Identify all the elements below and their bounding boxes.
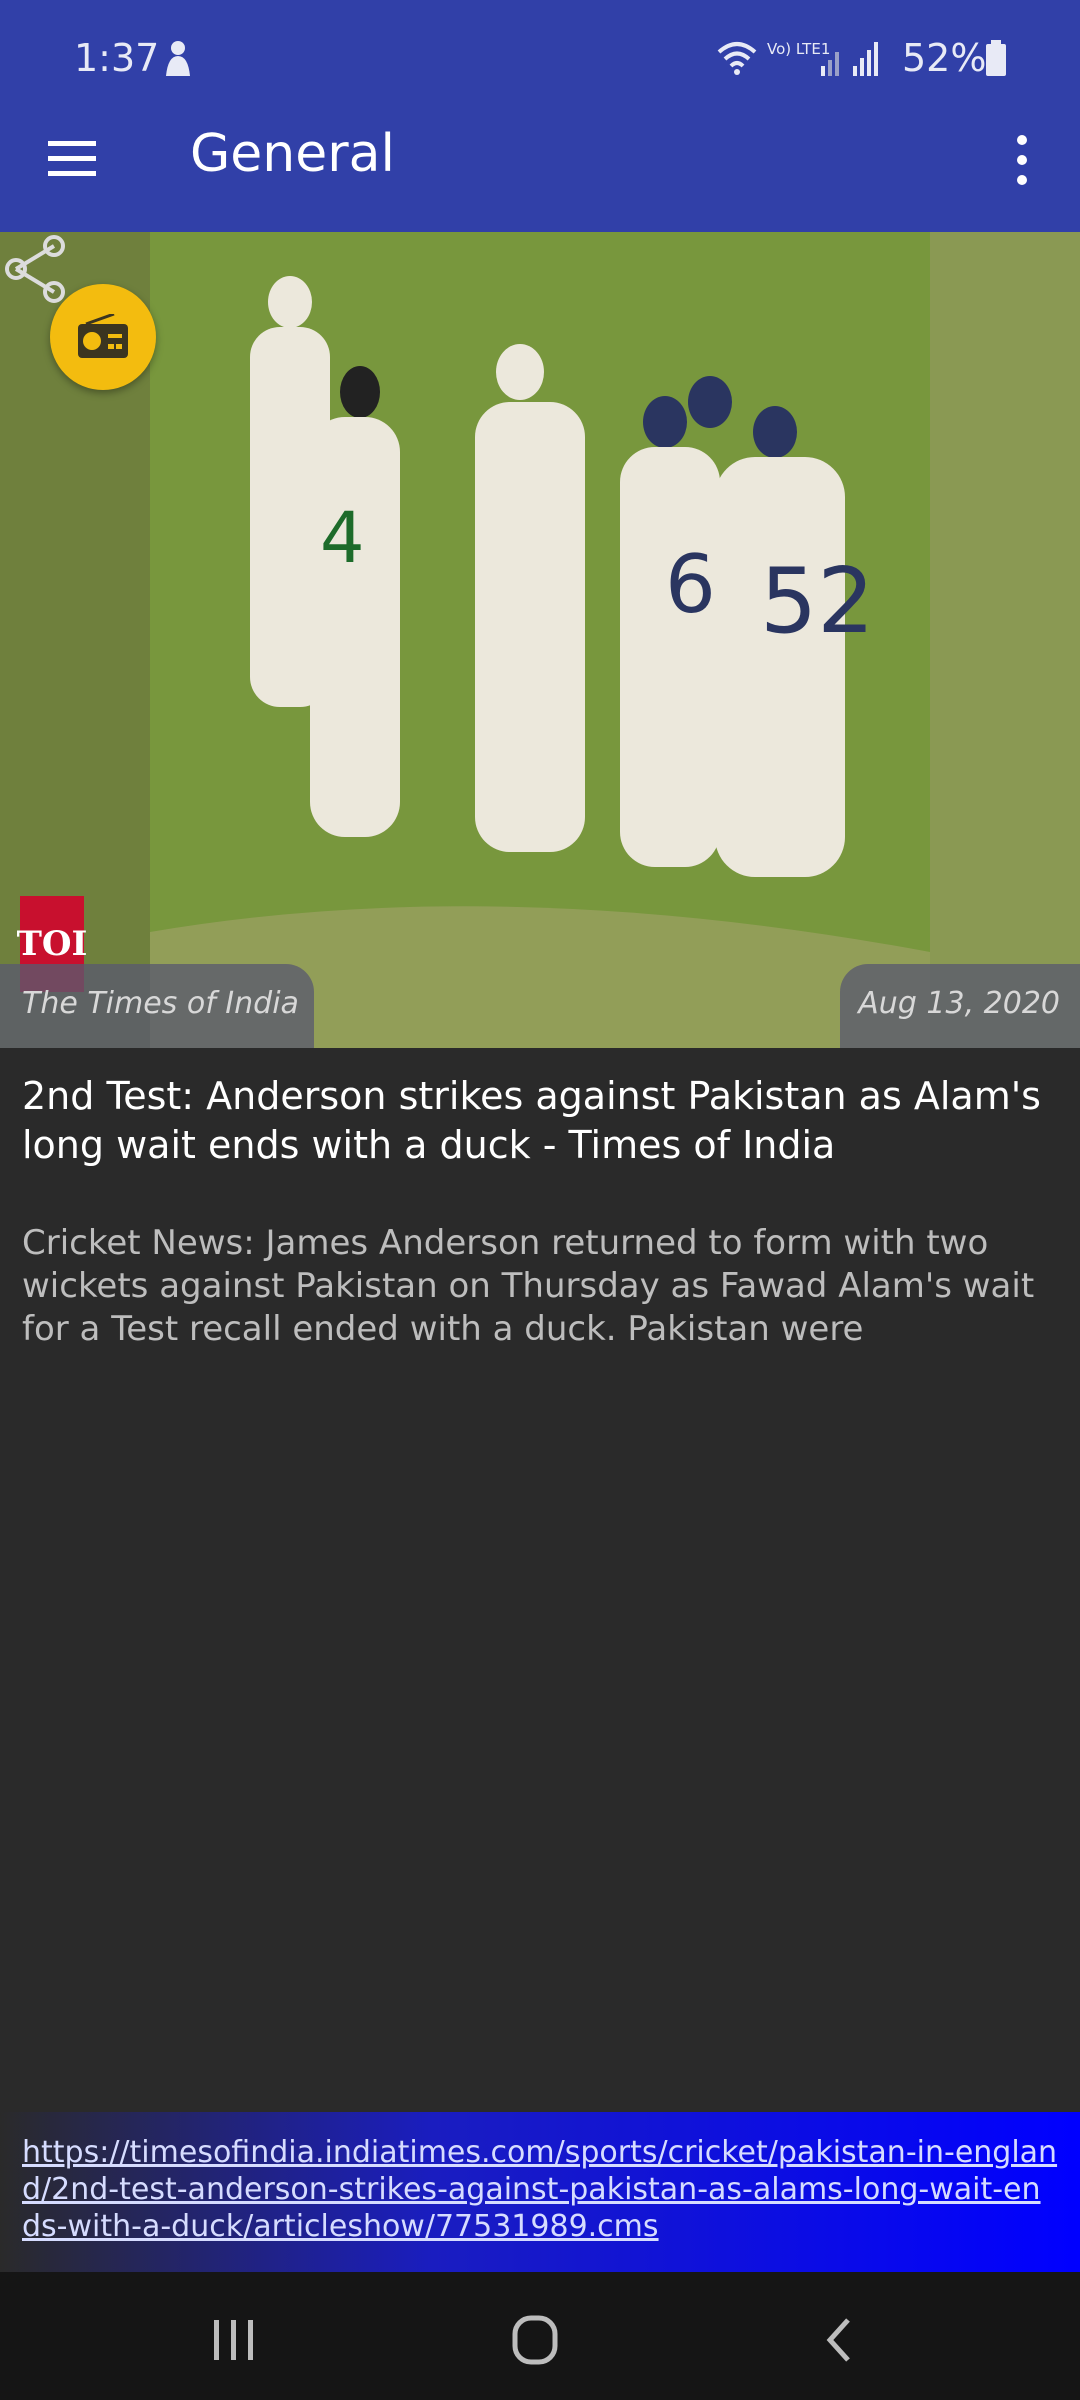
svg-text:6: 6 <box>665 538 716 631</box>
battery-percent: 52% <box>902 36 987 80</box>
article-description: Cricket News: James Anderson returned to… <box>22 1223 1035 1349</box>
status-bar: 1:37 Vo) LTE1 52% <box>0 0 1080 120</box>
svg-text:4: 4 <box>320 497 365 579</box>
source-name: The Times of India <box>0 964 314 1048</box>
cricket-photo: 52 6 4 <box>0 232 1080 1048</box>
article-url-link[interactable]: https://timesofindia.indiatimes.com/spor… <box>22 2134 1058 2245</box>
app-bar: 1:37 Vo) LTE1 52% General <box>0 0 1080 232</box>
publish-date: Aug 13, 2020 <box>840 964 1080 1048</box>
status-time: 1:37 <box>74 36 160 80</box>
radio-icon <box>78 314 128 358</box>
article-image[interactable]: 52 6 4 TOI The Times of India Aug 13, 20… <box>0 232 1080 1048</box>
hamburger-menu-icon[interactable] <box>42 128 102 188</box>
recents-button[interactable] <box>134 2272 334 2400</box>
notification-icon <box>166 41 190 76</box>
share-icon[interactable] <box>0 232 70 306</box>
home-button[interactable] <box>435 2272 635 2400</box>
home-icon <box>512 2315 558 2365</box>
back-button[interactable] <box>740 2272 940 2400</box>
article-headline[interactable]: 2nd Test: Anderson strikes against Pakis… <box>22 1072 1052 1170</box>
recents-icon <box>214 2320 253 2360</box>
svg-text:52: 52 <box>760 549 875 654</box>
battery-icon <box>986 40 1006 76</box>
article-link-bar: https://timesofindia.indiatimes.com/spor… <box>0 2112 1080 2272</box>
back-icon <box>826 2318 850 2362</box>
system-nav-bar <box>0 2272 1080 2400</box>
network-label: Vo) LTE1 <box>767 40 830 58</box>
page-title: General <box>190 124 395 184</box>
signal-wifi-icon: Vo) LTE1 <box>717 40 878 76</box>
more-vert-icon[interactable] <box>1000 128 1044 192</box>
